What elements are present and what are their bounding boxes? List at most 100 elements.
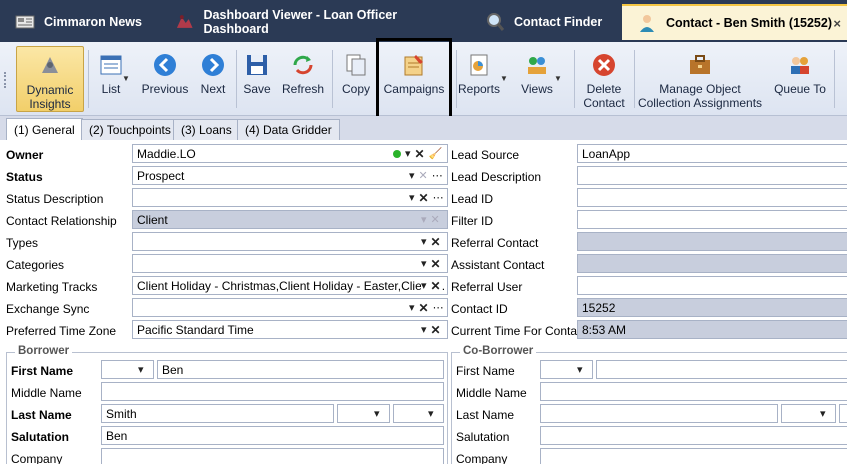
chevron-down-icon[interactable]: ▾ — [409, 169, 415, 182]
co-borrower-middle-name-input[interactable] — [540, 382, 847, 401]
referral-contact-field[interactable] — [577, 232, 847, 251]
chevron-down-icon[interactable]: ▾ — [820, 407, 826, 420]
preferred-time-zone-value: Pacific Standard Time — [137, 323, 254, 337]
separator — [332, 50, 333, 108]
queue-to-label: Queue To — [774, 82, 826, 96]
tab-general[interactable]: (1) General — [6, 118, 83, 140]
ellipsis-icon[interactable]: ⋯ — [433, 301, 444, 315]
co-borrower-prefix-select[interactable]: ▾ — [540, 360, 593, 379]
marketing-tracks-select[interactable]: Client Holiday - Christmas,Client Holida… — [132, 276, 448, 295]
chevron-down-icon[interactable]: ▾ — [138, 363, 144, 376]
contact-relationship-select[interactable]: Client ▾ ✕ — [132, 210, 448, 229]
tab-loans[interactable]: (3) Loans — [173, 119, 240, 140]
co-borrower-company-input[interactable] — [540, 448, 847, 464]
online-status-icon — [393, 150, 401, 158]
lead-source-field[interactable]: LoanApp — [577, 144, 847, 163]
chevron-down-icon[interactable]: ▼ — [500, 74, 508, 83]
previous-button[interactable]: Previous — [140, 46, 190, 112]
chevron-down-icon[interactable]: ▼ — [122, 74, 130, 83]
copy-button[interactable]: Copy — [336, 46, 376, 112]
ellipsis-icon[interactable]: ⋯ — [432, 169, 443, 182]
next-button[interactable]: Next — [196, 46, 230, 112]
borrower-first-name-input[interactable]: Ben — [157, 360, 444, 379]
categories-select[interactable]: ▾ ✕ — [132, 254, 448, 273]
referral-user-label: Referral User — [451, 280, 523, 294]
clear-icon[interactable]: ✕ — [431, 323, 441, 337]
borrower-salutation-input[interactable]: Ben — [101, 426, 444, 445]
chevron-down-icon[interactable]: ▾ — [421, 323, 427, 337]
chevron-down-icon: ▾ — [421, 214, 427, 226]
tab-cimmaron-news[interactable]: Cimmaron News — [0, 4, 160, 40]
tab-touchpoints[interactable]: (2) Touchpoints — [81, 119, 179, 140]
chevron-down-icon[interactable]: ▾ — [421, 279, 427, 293]
clear-icon[interactable]: ✕ — [419, 301, 429, 315]
clear-icon[interactable]: ✕ — [431, 235, 441, 249]
tab-contact-finder[interactable]: Contact Finder — [470, 4, 620, 40]
lead-id-field[interactable] — [577, 188, 847, 207]
tab-data-gridder[interactable]: (4) Data Gridder — [237, 119, 340, 140]
clear-icon[interactable]: ✕ — [415, 147, 425, 161]
borrower-middle-name-input[interactable] — [101, 382, 444, 401]
tab-contact-ben-smith[interactable]: Contact - Ben Smith (15252) × — [622, 4, 847, 40]
chevron-down-icon[interactable]: ▼ — [554, 74, 562, 83]
reports-button[interactable]: Reports — [458, 46, 500, 112]
referral-contact-label: Referral Contact — [451, 236, 539, 250]
chevron-down-icon[interactable]: ▾ — [409, 191, 415, 205]
co-borrower-last-name-input[interactable] — [540, 404, 778, 423]
manage-object-label: Manage Object Collection Assignments — [637, 82, 763, 110]
ellipsis-icon[interactable]: ⋯ — [433, 191, 444, 205]
chevron-down-icon[interactable]: ▾ — [405, 147, 411, 161]
status-description-label: Status Description — [6, 192, 104, 206]
borrower-company-input[interactable] — [101, 448, 444, 464]
close-icon[interactable]: × — [833, 16, 841, 31]
refresh-button[interactable]: Refresh — [280, 46, 326, 112]
document-tab-strip: Cimmaron News Dashboard Viewer - Loan Of… — [0, 0, 847, 42]
next-label: Next — [200, 82, 226, 96]
chevron-down-icon[interactable]: ▾ — [421, 235, 427, 249]
manage-object-collection-assignments-button[interactable]: Manage Object Collection Assignments — [636, 46, 764, 112]
reports-icon — [470, 54, 488, 76]
status-select[interactable]: Prospect ▾ ✕ ⋯ — [132, 166, 448, 185]
floppy-disk-icon — [247, 55, 267, 75]
status-description-select[interactable]: ▾ ✕ ⋯ — [132, 188, 448, 207]
chevron-down-icon[interactable]: ▾ — [409, 301, 415, 315]
dynamic-insights-button[interactable]: Dynamic Insights — [16, 46, 84, 112]
borrower-company-label: Company — [11, 452, 63, 464]
chevron-down-icon[interactable]: ▾ — [421, 257, 427, 271]
queue-to-button[interactable]: Queue To — [770, 46, 830, 112]
filter-id-field[interactable] — [577, 210, 847, 229]
co-borrower-first-name-input[interactable] — [596, 360, 847, 379]
co-borrower-generation-select[interactable] — [839, 404, 847, 423]
assistant-contact-field[interactable] — [577, 254, 847, 273]
owner-field[interactable]: Maddie.LO ▾ ✕ 🧹 — [132, 144, 448, 163]
borrower-last-name-input[interactable]: Smith — [101, 404, 334, 423]
borrower-title: Borrower — [15, 345, 73, 357]
separator — [236, 50, 237, 108]
save-button[interactable]: Save — [240, 46, 274, 112]
lead-description-field[interactable] — [577, 166, 847, 185]
chevron-down-icon[interactable]: ▾ — [428, 407, 434, 420]
co-borrower-salutation-input[interactable] — [540, 426, 847, 445]
chevron-down-icon[interactable]: ▾ — [374, 407, 380, 420]
referral-user-field[interactable] — [577, 276, 847, 295]
borrower-suffix-select[interactable]: ▾ — [337, 404, 390, 423]
toolbar-grip[interactable] — [4, 72, 8, 88]
borrower-generation-select[interactable]: ▾ — [393, 404, 444, 423]
delete-contact-button[interactable]: Delete Contact — [578, 46, 630, 112]
views-button[interactable]: Views — [516, 46, 558, 112]
clear-icon[interactable]: ✕ — [419, 191, 429, 205]
chevron-down-icon[interactable]: ▾ — [577, 363, 583, 376]
broom-icon[interactable]: 🧹 — [429, 147, 443, 161]
borrower-prefix-select[interactable]: ▾ — [101, 360, 154, 379]
tab-dashboard-viewer[interactable]: Dashboard Viewer - Loan Officer Dashboar… — [160, 4, 460, 40]
clear-icon[interactable]: ✕ — [431, 279, 441, 293]
types-select[interactable]: ▾ ✕ — [132, 232, 448, 251]
tab-label: Contact - Ben Smith (15252) — [666, 16, 833, 30]
preferred-time-zone-label: Preferred Time Zone — [6, 324, 117, 338]
exchange-sync-select[interactable]: ▾ ✕ ⋯ — [132, 298, 448, 317]
clear-icon[interactable]: ✕ — [431, 257, 441, 271]
separator — [456, 50, 457, 108]
preferred-time-zone-select[interactable]: Pacific Standard Time ▾ ✕ — [132, 320, 448, 339]
previous-label: Previous — [141, 82, 189, 96]
co-borrower-suffix-select[interactable]: ▾ — [781, 404, 836, 423]
